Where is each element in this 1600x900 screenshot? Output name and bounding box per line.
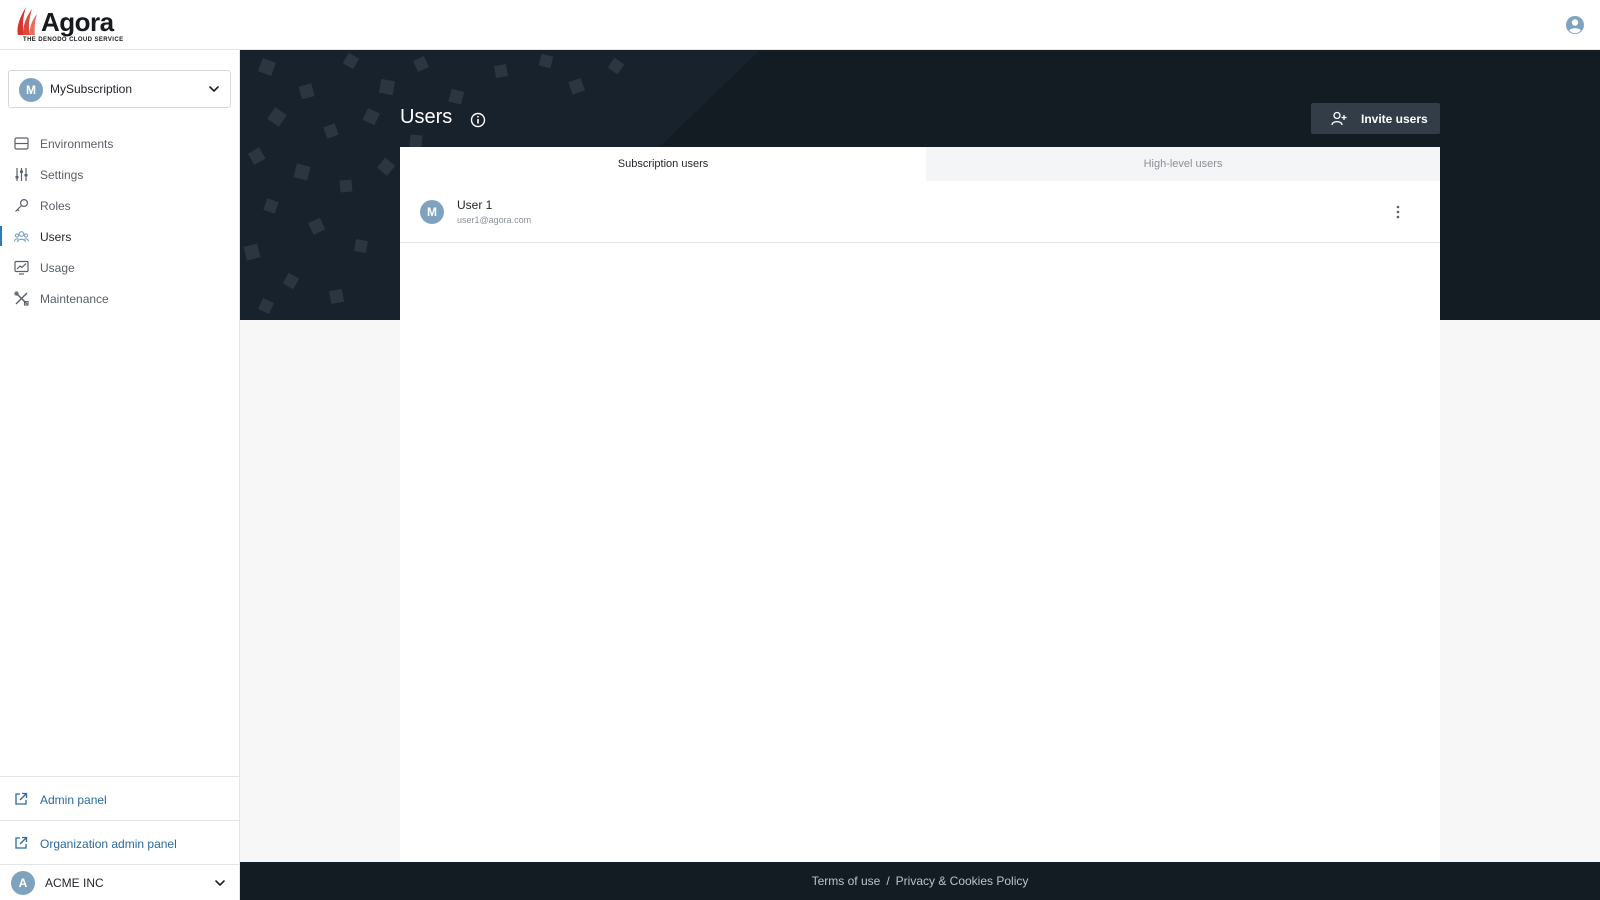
organization-avatar: A	[11, 871, 35, 895]
user-email: user1@agora.com	[457, 215, 532, 225]
subscription-selector[interactable]: M MySubscription	[8, 70, 231, 108]
sidebar-item-label: Environments	[40, 137, 114, 151]
sidebar-item-usage[interactable]: Usage	[0, 252, 240, 283]
sidebar: M MySubscription Environments Settings R…	[0, 50, 240, 900]
sidebar-nav: Environments Settings Roles Users Usage …	[0, 128, 240, 314]
info-icon[interactable]	[470, 112, 486, 128]
table-row[interactable]: M User 1 user1@agora.com	[400, 182, 1440, 243]
tab-subscription-users[interactable]: Subscription users	[400, 147, 926, 181]
add-user-icon	[1331, 111, 1347, 126]
subscription-name: MySubscription	[50, 82, 133, 96]
sidebar-item-label: Roles	[40, 199, 71, 213]
subscription-avatar: M	[19, 78, 43, 102]
external-link-icon	[15, 792, 28, 805]
sidebar-item-maintenance[interactable]: Maintenance	[0, 283, 240, 314]
users-icon	[14, 231, 29, 243]
privacy-policy-link[interactable]: Privacy & Cookies Policy	[896, 874, 1029, 888]
more-options-icon[interactable]	[1392, 204, 1404, 220]
organization-admin-panel-link[interactable]: Organization admin panel	[0, 820, 240, 864]
invite-users-button[interactable]: Invite users	[1311, 103, 1440, 134]
agora-logo[interactable]: Agora THE DENODO CLOUD SERVICE	[14, 5, 134, 45]
users-card: Subscription users High-level users M Us…	[400, 147, 1440, 862]
page-footer: Terms of use / Privacy & Cookies Policy	[240, 862, 1600, 900]
key-icon	[15, 198, 29, 212]
user-tabs: Subscription users High-level users	[400, 147, 1440, 181]
admin-panel-link[interactable]: Admin panel	[0, 776, 240, 820]
user-circle-icon[interactable]	[1565, 15, 1585, 35]
tools-icon	[14, 291, 29, 306]
organization-admin-panel-label: Organization admin panel	[40, 837, 177, 851]
sidebar-item-label: Settings	[40, 168, 84, 182]
sidebar-item-environments[interactable]: Environments	[0, 128, 240, 159]
invite-users-label: Invite users	[1361, 112, 1428, 126]
chevron-down-icon	[215, 880, 225, 886]
organization-selector[interactable]: A ACME INC	[0, 864, 240, 900]
sidebar-item-label: Usage	[40, 261, 75, 275]
brand-name: Agora	[41, 7, 114, 37]
user-avatar: M	[420, 200, 444, 224]
admin-panel-label: Admin panel	[40, 793, 107, 807]
chevron-down-icon	[209, 86, 219, 92]
organization-name: ACME INC	[45, 876, 104, 890]
sidebar-item-users[interactable]: Users	[0, 221, 240, 252]
page-title: Users	[400, 106, 453, 128]
brand-tagline: THE DENODO CLOUD SERVICE	[23, 37, 124, 43]
environments-icon	[14, 137, 29, 150]
flame-logo-icon	[17, 7, 37, 35]
user-name: User 1	[457, 198, 493, 212]
external-link-icon	[15, 836, 28, 849]
sidebar-item-label: Users	[40, 230, 72, 244]
terms-of-use-link[interactable]: Terms of use	[812, 874, 881, 888]
sidebar-item-roles[interactable]: Roles	[0, 190, 240, 221]
top-header: Agora THE DENODO CLOUD SERVICE	[0, 0, 1600, 50]
sidebar-item-settings[interactable]: Settings	[0, 159, 240, 190]
footer-separator: /	[886, 874, 890, 888]
tab-high-level-users[interactable]: High-level users	[926, 147, 1440, 181]
usage-chart-icon	[14, 260, 29, 275]
sliders-icon	[15, 168, 28, 181]
sidebar-item-label: Maintenance	[40, 292, 109, 306]
footer-links: Terms of use / Privacy & Cookies Policy	[240, 874, 1600, 888]
